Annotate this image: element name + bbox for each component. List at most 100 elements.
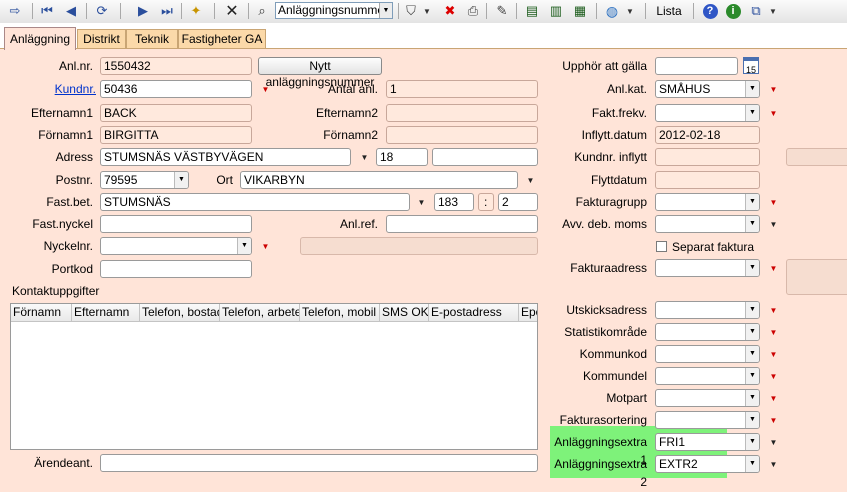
portkod-field[interactable] — [100, 260, 252, 278]
info-icon[interactable]: i — [724, 2, 742, 20]
fastbet-dropdown-icon[interactable]: ▼ — [414, 195, 429, 210]
adress-field[interactable]: STUMSNÄS VÄSTBYVÄGEN — [100, 148, 351, 166]
calendar-icon[interactable]: 15 — [743, 57, 759, 75]
ort-field[interactable]: VIKARBYN — [240, 171, 518, 189]
fastbet-field[interactable]: STUMSNÄS — [100, 193, 410, 211]
tab-anlaggning[interactable]: Anläggning — [4, 27, 76, 50]
arendeant-field[interactable] — [100, 454, 538, 472]
motpart-combo[interactable]: ▼ — [655, 389, 760, 407]
anlaggningsextra2-dropdown-icon[interactable]: ▼ — [766, 457, 781, 472]
efternamn1-field[interactable]: BACK — [100, 104, 252, 122]
anlaggningsextra1-combo[interactable]: FRI1 ▼ — [655, 433, 760, 451]
column-header[interactable]: Epost — [519, 304, 537, 321]
column-header[interactable]: Efternamn — [72, 304, 140, 321]
antal-anl-field[interactable]: 1 — [386, 80, 538, 98]
binoculars-search-icon[interactable]: ⌕ — [252, 2, 272, 20]
kundnr-field[interactable]: 50436 — [100, 80, 252, 98]
fakturasortering-lookup-icon[interactable]: ▼ — [766, 413, 781, 428]
adress-number-field[interactable]: 18 — [376, 148, 428, 166]
globe-icon[interactable]: ◍ — [602, 2, 622, 20]
ort-dropdown-icon[interactable]: ▼ — [523, 173, 538, 188]
anlref-field[interactable] — [386, 215, 538, 233]
last-record-icon[interactable]: ⏭ — [158, 2, 176, 20]
fornamn1-field[interactable]: BIRGITTA — [100, 126, 252, 144]
motpart-lookup-icon[interactable]: ▼ — [766, 391, 781, 406]
kommundel-combo[interactable]: ▼ — [655, 367, 760, 385]
first-record-icon[interactable]: ⏮ — [38, 2, 56, 20]
column-header[interactable]: SMS OK — [380, 304, 429, 321]
efternamn2-field[interactable] — [386, 104, 538, 122]
globe-dropdown-icon[interactable]: ▼ — [625, 2, 635, 20]
upphor-field[interactable] — [655, 57, 738, 75]
filter-icon[interactable]: ⛉ — [402, 2, 420, 20]
anlkat-lookup-icon[interactable]: ▼ — [766, 82, 781, 97]
kommunkod-combo[interactable]: ▼ — [655, 345, 760, 363]
new-number-button[interactable]: Nytt anläggningsnummer — [258, 57, 382, 89]
column-header[interactable]: Telefon, mobil — [300, 304, 380, 321]
fastnyckel-field[interactable] — [100, 215, 252, 233]
avv-moms-combo[interactable]: ▼ — [655, 215, 760, 233]
flyttdatum-field[interactable] — [655, 171, 760, 189]
back-nav-icon[interactable]: ⇨ — [4, 2, 26, 20]
fastbet-num2-field[interactable]: 2 — [498, 193, 538, 211]
contact-grid[interactable]: Förnamn Efternamn Telefon, bostad Telefo… — [10, 303, 538, 450]
kundnr-inflytt-field[interactable] — [655, 148, 760, 166]
adress-dropdown-icon[interactable]: ▼ — [357, 150, 372, 165]
edit-note-icon[interactable]: ✎ — [492, 2, 512, 20]
fakturaadress-combo[interactable]: ▼ — [655, 259, 760, 277]
previous-record-icon[interactable]: ◀ — [62, 2, 80, 20]
separat-faktura-label: Separat faktura — [672, 240, 755, 254]
new-record-icon[interactable]: ✦ — [186, 2, 206, 20]
column-header[interactable]: Förnamn — [11, 304, 72, 321]
utskicksadress-lookup-icon[interactable]: ▼ — [766, 303, 781, 318]
report-icon-1[interactable]: ▤ — [522, 2, 542, 20]
next-record-icon[interactable]: ▶ — [134, 2, 152, 20]
tab-distrikt[interactable]: Distrikt — [77, 29, 126, 48]
help-icon[interactable]: ? — [701, 2, 719, 20]
anlkat-combo[interactable]: SMÅHUS ▼ — [655, 80, 760, 98]
separat-faktura-checkbox[interactable] — [656, 241, 667, 252]
avv-moms-dropdown-icon[interactable]: ▼ — [766, 217, 781, 232]
column-header[interactable]: E-postadress — [429, 304, 519, 321]
delete-icon[interactable]: ✕ — [222, 2, 242, 20]
anlaggningsextra2-combo[interactable]: EXTR2 ▼ — [655, 455, 760, 473]
fakturaadress-lookup-icon[interactable]: ▼ — [766, 261, 781, 276]
anlaggningsextra1-dropdown-icon[interactable]: ▼ — [766, 435, 781, 450]
utskicksadress-combo[interactable]: ▼ — [655, 301, 760, 319]
postnr-combo[interactable]: 79595 ▼ — [100, 171, 189, 189]
kommunkod-lookup-icon[interactable]: ▼ — [766, 347, 781, 362]
lista-button[interactable]: Lista — [651, 2, 687, 20]
print-icon[interactable]: ⎙ — [463, 2, 483, 20]
report-icon-2[interactable]: ▥ — [546, 2, 566, 20]
kundnr-link[interactable]: Kundnr. — [10, 80, 96, 98]
fakturagrupp-combo[interactable]: ▼ — [655, 193, 760, 211]
nyckelnr-lookup-icon[interactable]: ▼ — [258, 239, 273, 254]
faktfrekv-lookup-icon[interactable]: ▼ — [766, 106, 781, 121]
fornamn2-field[interactable] — [386, 126, 538, 144]
tab-fastigheter-ga[interactable]: Fastigheter GA — [178, 29, 266, 48]
efternamn1-label: Efternamn1 — [30, 106, 93, 120]
portkod-label: Portkod — [51, 262, 93, 276]
clear-filter-icon[interactable]: ✖ — [440, 2, 460, 20]
column-header[interactable]: Telefon, bostad — [140, 304, 220, 321]
statistikomrade-lookup-icon[interactable]: ▼ — [766, 325, 781, 340]
faktfrekv-combo[interactable]: ▼ — [655, 104, 760, 122]
search-field-select[interactable]: Anläggningsnummer ▼ — [275, 2, 393, 19]
refresh-icon[interactable]: ⟳ — [92, 2, 112, 20]
anlnr-field[interactable]: 1550432 — [100, 57, 252, 75]
adress-extra-field[interactable] — [432, 148, 538, 166]
tab-teknik[interactable]: Teknik — [126, 29, 178, 48]
statistikomrade-combo[interactable]: ▼ — [655, 323, 760, 341]
fakturagrupp-lookup-icon[interactable]: ▼ — [766, 195, 781, 210]
fastbet-num1-field[interactable]: 183 — [434, 193, 474, 211]
window-dropdown-icon[interactable]: ▼ — [768, 2, 778, 20]
fakturasortering-combo[interactable]: ▼ — [655, 411, 760, 429]
kundnr-lookup-icon[interactable]: ▼ — [258, 82, 273, 97]
kommundel-lookup-icon[interactable]: ▼ — [766, 369, 781, 384]
inflyttdatum-field[interactable]: 2012-02-18 — [655, 126, 760, 144]
filter-dropdown-icon[interactable]: ▼ — [422, 2, 432, 20]
window-options-icon[interactable]: ⧉ — [746, 2, 766, 20]
nyckelnr-combo[interactable]: ▼ — [100, 237, 252, 255]
column-header[interactable]: Telefon, arbete — [220, 304, 300, 321]
report-icon-3[interactable]: ▦ — [570, 2, 590, 20]
